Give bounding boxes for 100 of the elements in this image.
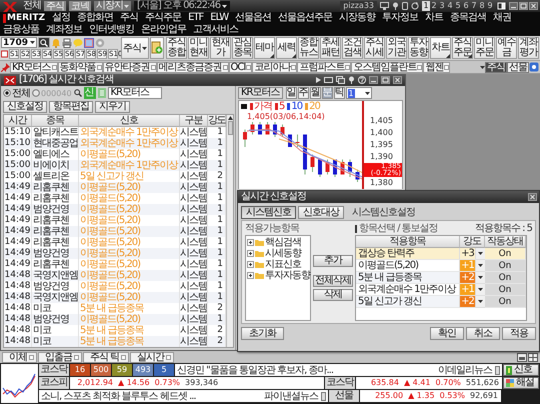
tree-item[interactable]: 핵심검색 xyxy=(247,237,309,248)
screen-number[interactable]: 7 xyxy=(470,1,478,11)
help-icon[interactable] xyxy=(358,76,366,84)
minimize-icon[interactable] xyxy=(369,76,378,84)
stock-tab[interactable]: 프럼파스트 xyxy=(297,62,352,72)
screen-add-button[interactable] xyxy=(150,37,164,59)
menu-shortcut-button[interactable]: 예수 금 xyxy=(496,37,517,59)
scope-radio[interactable]: 전체 xyxy=(3,86,30,100)
screen-number[interactable]: 4 xyxy=(446,1,454,11)
expand-icon[interactable] xyxy=(247,272,254,279)
menu-shortcut-button[interactable]: 조건 검색 xyxy=(342,37,363,59)
period-button[interactable]: 일 xyxy=(286,87,297,99)
screen-number[interactable]: 2 xyxy=(430,1,438,11)
menu-shortcut-button[interactable]: 계좌 평가 xyxy=(518,37,539,59)
list-action-button[interactable]: 추가 xyxy=(313,255,353,267)
pin-icon[interactable] xyxy=(392,2,399,10)
period-button[interactable]: 틱 xyxy=(334,87,345,99)
stock-tab[interactable]: 동화약품 xyxy=(58,62,103,72)
stock-tab[interactable]: 웹젠 xyxy=(423,62,450,72)
refresh-icon[interactable] xyxy=(411,2,419,10)
period-button[interactable]: 주 xyxy=(298,87,309,99)
strength-dropdown[interactable] xyxy=(476,272,485,284)
stock-tab[interactable]: 메리츠종금증권 xyxy=(156,62,229,72)
market-tab[interactable]: 선물 xyxy=(507,62,529,72)
menu-item[interactable]: 주식주문 xyxy=(145,12,182,24)
bottom-tab[interactable]: 이체 xyxy=(2,352,37,362)
menu-item[interactable]: 채권 xyxy=(493,12,512,24)
close-icon[interactable] xyxy=(529,2,538,10)
close-icon[interactable] xyxy=(393,76,402,84)
strength-dropdown[interactable] xyxy=(476,260,485,272)
screen-number[interactable]: 1 xyxy=(422,1,430,11)
menu-item[interactable]: 투자정보 xyxy=(382,12,418,24)
menu-item[interactable]: ELW xyxy=(210,12,228,24)
legend-toggle-icon[interactable] xyxy=(241,104,247,109)
menu-item[interactable]: 주식 xyxy=(120,12,138,24)
menu-item[interactable]: 종목검색 xyxy=(450,12,486,24)
action-button[interactable]: 신호설정 xyxy=(3,101,47,113)
expand-icon[interactable] xyxy=(247,261,254,268)
menu-shortcut-button[interactable]: 테마 xyxy=(254,37,275,59)
picture-icon[interactable] xyxy=(84,38,94,48)
dialog-button[interactable]: 적용 xyxy=(502,327,536,340)
menu-shortcut-button[interactable]: 종합 뉴스 xyxy=(298,37,319,59)
news-headline[interactable]: 소니, 스포츠 최적화 블루투스 헤드셋 ... xyxy=(41,389,196,403)
menu-shortcut-button[interactable]: 차트 xyxy=(430,37,451,59)
screen-number[interactable]: 6 xyxy=(462,1,470,11)
signal-item-cell[interactable]: 5분 내 급등종목 xyxy=(356,272,460,284)
menu-item[interactable]: 고객서비스 xyxy=(193,24,238,36)
search-button[interactable] xyxy=(38,37,50,48)
bottom-tab[interactable]: 주식 틱 xyxy=(83,352,130,362)
strength-dropdown[interactable] xyxy=(476,296,485,308)
menu-shortcut-button[interactable]: 주식 시세 xyxy=(364,37,385,59)
maximize-icon[interactable] xyxy=(519,2,528,10)
menu-shortcut-button[interactable]: 미니 현재 xyxy=(188,37,209,59)
signal-item-cell[interactable]: 5일 신고가 갱신 xyxy=(356,296,460,308)
scrollbar[interactable] xyxy=(226,115,233,347)
list-action-button[interactable]: 삭제 xyxy=(313,289,353,301)
menu-item[interactable]: 금융상품 xyxy=(3,24,39,36)
menu-shortcut-button[interactable]: 주식 주문 xyxy=(452,37,473,59)
menu-item[interactable]: 시장동향 xyxy=(339,12,376,24)
menu-shortcut-button[interactable]: 세력 xyxy=(276,37,297,59)
menu-item[interactable]: 계좌정보 xyxy=(46,24,82,36)
action-button[interactable]: 항목편집 xyxy=(49,101,93,113)
monitor-icon[interactable] xyxy=(380,2,389,10)
news-headline[interactable]: 신경민 "물품을 통일장관 후보자, 종마... xyxy=(177,363,334,377)
interval-combo[interactable]: 1 xyxy=(346,87,372,99)
printer-icon[interactable] xyxy=(62,38,72,48)
menu-shortcut-button[interactable]: 현재 가 xyxy=(210,37,231,59)
menu-shortcut-button[interactable]: 미니 주문 xyxy=(474,37,495,59)
menu-shortcut-button[interactable]: 외국 기관 xyxy=(386,37,407,59)
screen-number[interactable]: 5 xyxy=(454,1,462,11)
menu-shortcut-button[interactable]: 추세 패턴 xyxy=(320,37,341,59)
signal-button[interactable]: 신호 xyxy=(503,364,539,376)
market-dropdown[interactable]: 시장지 xyxy=(94,1,131,11)
side-button[interactable]: 시스템신호 xyxy=(241,206,296,218)
dialog-button[interactable]: 취소 xyxy=(466,327,500,340)
stock-tab[interactable]: KR모터스 xyxy=(10,62,58,72)
arrow-right-icon[interactable] xyxy=(316,77,321,83)
signal-item-cell[interactable]: 갭상승 탄력주 xyxy=(356,248,460,260)
minimize-icon[interactable] xyxy=(509,2,518,10)
market-tab[interactable]: 주식 xyxy=(485,62,507,72)
stock-tab[interactable]: 오스템임플란트 xyxy=(351,62,424,72)
dialog-button[interactable]: 확인 xyxy=(430,327,464,340)
stock-tab[interactable]: 코리아나 xyxy=(252,62,298,72)
screen-number[interactable]: 9 xyxy=(486,1,494,11)
expand-icon[interactable] xyxy=(247,250,254,257)
layout-icon[interactable] xyxy=(497,2,506,10)
action-button[interactable]: 지우기 xyxy=(95,101,130,113)
screen-number[interactable]: 3 xyxy=(438,1,446,11)
period-button[interactable]: 월 xyxy=(310,87,321,99)
reset-button[interactable]: 초기화 xyxy=(241,327,284,340)
menu-item[interactable]: 선물옵션주문 xyxy=(278,12,332,24)
side-button[interactable]: 신호대상 xyxy=(298,206,344,218)
menu-shortcut-button[interactable]: 관심 종목 xyxy=(232,37,253,59)
market-menu-button[interactable]: 주식 xyxy=(121,37,149,59)
search-icon[interactable] xyxy=(74,89,82,97)
menu-shortcut-button[interactable]: 주식 종합 xyxy=(166,37,187,59)
tree-item[interactable]: 지표신호 xyxy=(247,259,309,270)
menu-item[interactable]: 선물옵션 xyxy=(235,12,272,24)
menu-item[interactable]: 온라인업무 xyxy=(141,24,186,36)
strength-dropdown[interactable] xyxy=(476,248,485,260)
